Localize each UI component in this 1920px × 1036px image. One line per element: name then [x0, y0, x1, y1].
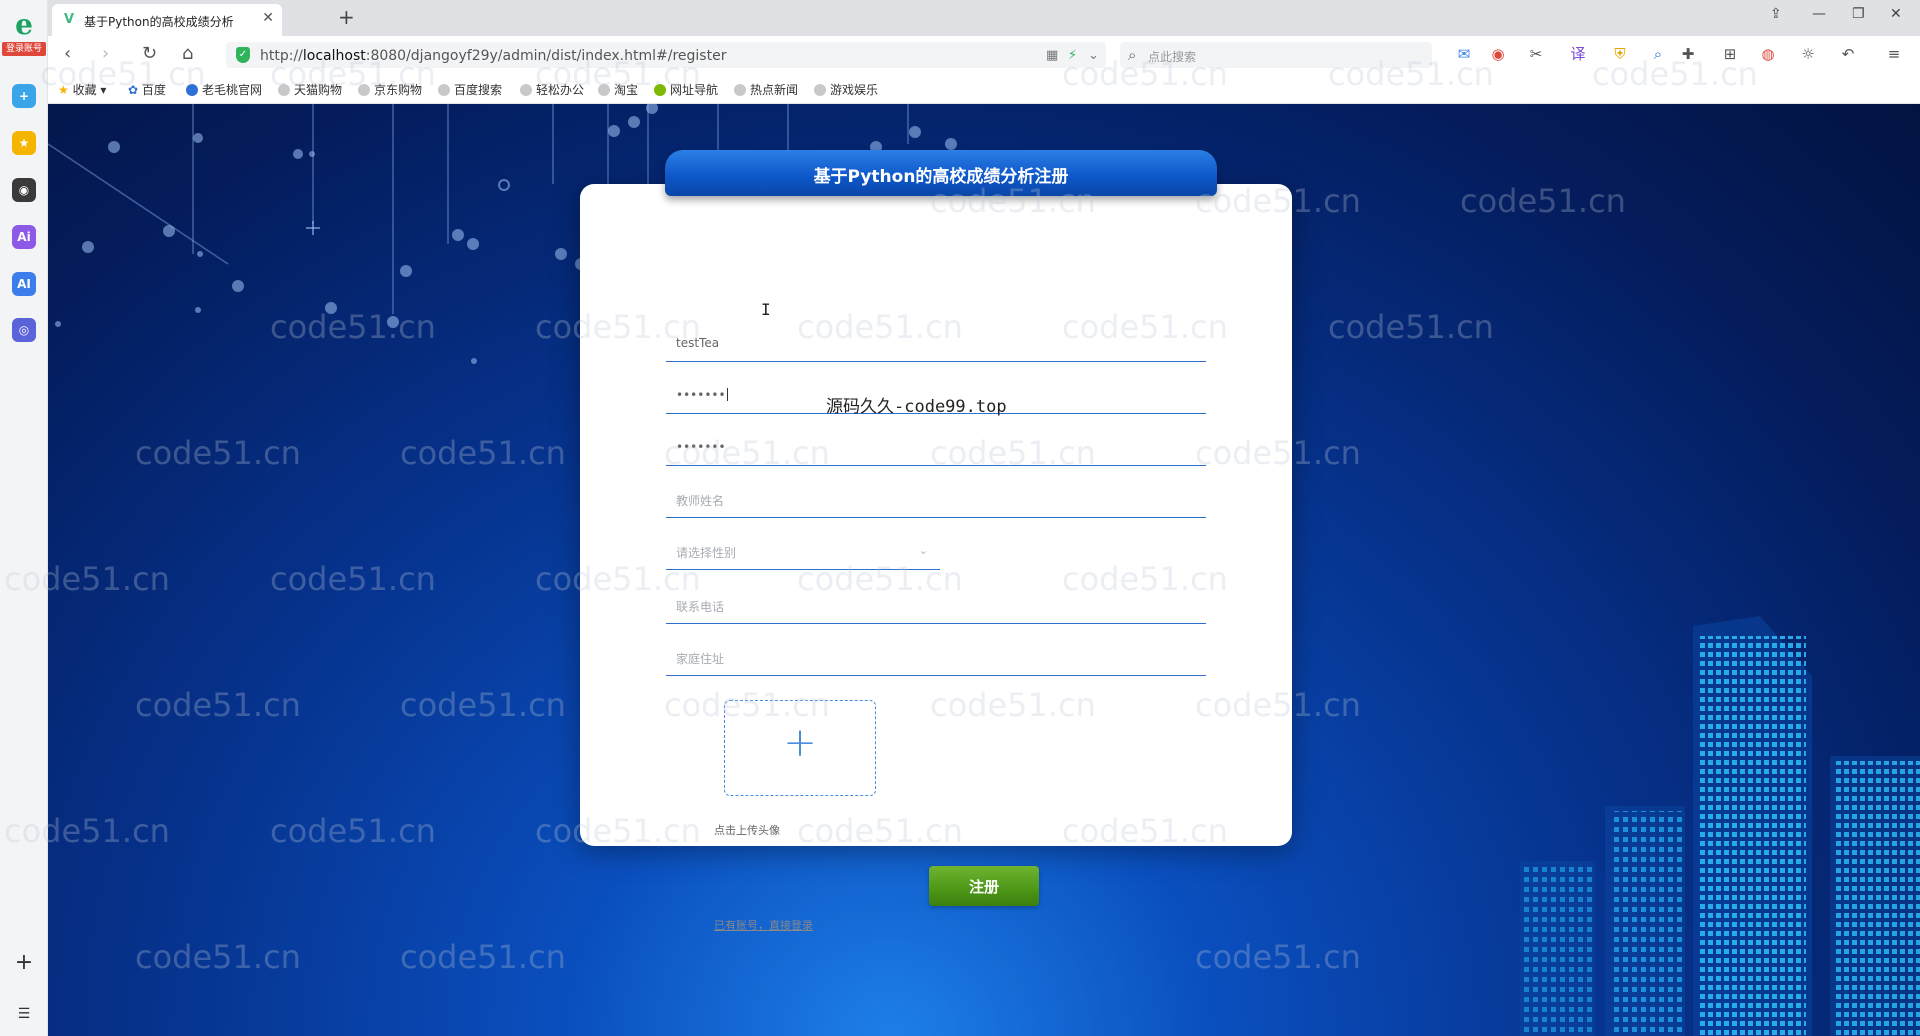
undo-icon[interactable]: ↶	[1838, 44, 1858, 64]
overlay-watermark-text: 源码久久-code99.top	[826, 397, 1007, 417]
new-tab-button[interactable]: +	[338, 5, 355, 29]
home-icon[interactable]: ⌂	[182, 44, 193, 64]
tab-active[interactable]: V 基于Python的高校成绩分析 ✕	[52, 4, 282, 36]
reload-icon[interactable]: ↻	[142, 44, 157, 64]
address-input[interactable]: 家庭住址	[666, 640, 1206, 676]
browser-logo-icon[interactable]: e	[6, 10, 42, 40]
login-account-badge[interactable]: 登录账号	[2, 42, 46, 56]
bookmark-nav[interactable]: 网址导航	[654, 81, 718, 98]
menu-icon[interactable]: ≡	[1884, 44, 1904, 64]
login-link[interactable]: 已有账号，直接登录	[714, 917, 813, 933]
teacher-name-placeholder: 教师姓名	[676, 494, 725, 508]
mail-icon[interactable]: ✉	[1454, 44, 1474, 64]
register-button[interactable]: 注册	[929, 866, 1039, 906]
avatar-upload[interactable]: +	[724, 700, 876, 796]
address-dropdown-icon[interactable]: ⌄	[1088, 48, 1099, 63]
pin-icon[interactable]: ⇪	[1770, 6, 1782, 22]
phone-input[interactable]: 联系电话	[666, 588, 1206, 624]
sidebar-add-icon[interactable]: +	[12, 84, 36, 108]
text-cursor-icon: I	[761, 300, 771, 319]
bookmark-baidu[interactable]: ✿ 百度	[128, 81, 166, 98]
register-card-header: 基于Python的高校成绩分析注册	[665, 150, 1217, 196]
vue-favicon-icon: V	[64, 12, 75, 27]
address-placeholder: 家庭住址	[676, 652, 725, 666]
sidebar-chat-icon[interactable]: ◉	[12, 178, 36, 202]
tab-bar: V 基于Python的高校成绩分析 ✕ + ⇪ — ❐ ✕	[48, 0, 1920, 36]
color-wheel-icon[interactable]: ◍	[1758, 44, 1778, 64]
chevron-down-icon: ⌄	[918, 544, 928, 557]
teacher-name-input[interactable]: 教师姓名	[666, 482, 1206, 518]
bookmark-favorites[interactable]: ★ 收藏 ▾	[58, 81, 106, 98]
search-icon: ⌕	[1128, 46, 1137, 64]
city-skyline-decoration	[1520, 616, 1920, 1036]
speed-bolt-icon[interactable]: ⚡	[1068, 48, 1077, 63]
register-title: 基于Python的高校成绩分析注册	[813, 167, 1069, 187]
url-text[interactable]: http://localhost:8080/djangoyf29y/admin/…	[260, 48, 726, 64]
sidebar-plus-icon[interactable]: +	[12, 952, 36, 976]
bookmark-taobao[interactable]: 淘宝	[598, 81, 638, 98]
upload-label: 点击上传头像	[714, 824, 780, 837]
screenshot-scissors-icon[interactable]: ✂	[1526, 44, 1546, 64]
sidebar-list-icon[interactable]: ☰	[12, 1005, 36, 1023]
window-close-icon[interactable]: ✕	[1890, 6, 1902, 22]
bookmark-news[interactable]: 热点新闻	[734, 81, 798, 98]
extensions-puzzle-icon[interactable]: ✚	[1678, 44, 1698, 64]
sidebar-ai-assistant-icon[interactable]: AI	[12, 272, 36, 296]
confirm-password-value: •••••••	[676, 440, 726, 454]
zoom-search-icon[interactable]: ⌕	[1648, 44, 1668, 64]
confirm-password-input[interactable]: •••••••	[666, 430, 1206, 466]
translate-icon[interactable]: 译	[1568, 44, 1588, 64]
search-placeholder: 点此搜索	[1148, 50, 1197, 64]
browser-left-sidebar: e 登录账号 + ★ ◉ Ai AI ◎ + ☰	[0, 0, 48, 1036]
sidebar-bot-icon[interactable]: ◎	[12, 318, 36, 342]
gender-select[interactable]: 请选择性别 ⌄	[666, 534, 940, 570]
phone-placeholder: 联系电话	[676, 600, 725, 614]
forward-icon[interactable]: ›	[102, 44, 109, 64]
sidebar-favorites-icon[interactable]: ★	[12, 131, 36, 155]
account-input-value: testTea	[676, 336, 720, 350]
weibo-icon[interactable]: ◉	[1488, 44, 1508, 64]
address-bar[interactable]: ✓ http://localhost:8080/djangoyf29y/admi…	[226, 42, 1106, 68]
restore-icon[interactable]: ❐	[1852, 6, 1865, 22]
bookmark-games[interactable]: 游戏娱乐	[814, 81, 878, 98]
search-box[interactable]: ⌕ 点此搜索	[1120, 42, 1432, 68]
back-icon[interactable]: ‹	[64, 44, 71, 64]
bookmark-jd[interactable]: 京东购物	[358, 81, 422, 98]
upload-plus-icon: +	[783, 720, 817, 766]
bookmark-office[interactable]: 轻松办公	[520, 81, 584, 98]
gender-placeholder: 请选择性别	[676, 546, 737, 560]
bookmark-baidu-search[interactable]: 百度搜索	[438, 81, 502, 98]
minimize-icon[interactable]: —	[1812, 6, 1826, 22]
brightness-icon[interactable]: ☼	[1798, 44, 1818, 64]
password-input-value: •••••••	[676, 388, 728, 402]
secure-shield-icon: ✓	[236, 47, 250, 63]
navigation-bar: ‹ › ↻ ⌂ ✓ http://localhost:8080/djangoyf…	[48, 36, 1920, 74]
tab-close-icon[interactable]: ✕	[262, 10, 274, 26]
bookmark-tmall[interactable]: 天猫购物	[278, 81, 342, 98]
qr-code-icon[interactable]: ▦	[1046, 48, 1058, 63]
sidebar-ai-icon[interactable]: Ai	[12, 225, 36, 249]
apps-grid-icon[interactable]: ⊞	[1720, 44, 1740, 64]
bookmarks-bar: ★ 收藏 ▾ ✿ 百度 老毛桃官网 天猫购物 京东购物 百度搜索 轻松办公 淘宝…	[48, 74, 1920, 104]
account-input[interactable]: testTea	[666, 326, 1206, 362]
bookmark-laomaotao[interactable]: 老毛桃官网	[186, 81, 262, 98]
tab-title: 基于Python的高校成绩分析	[84, 15, 234, 29]
shield-icon[interactable]: ⛨	[1610, 44, 1630, 64]
